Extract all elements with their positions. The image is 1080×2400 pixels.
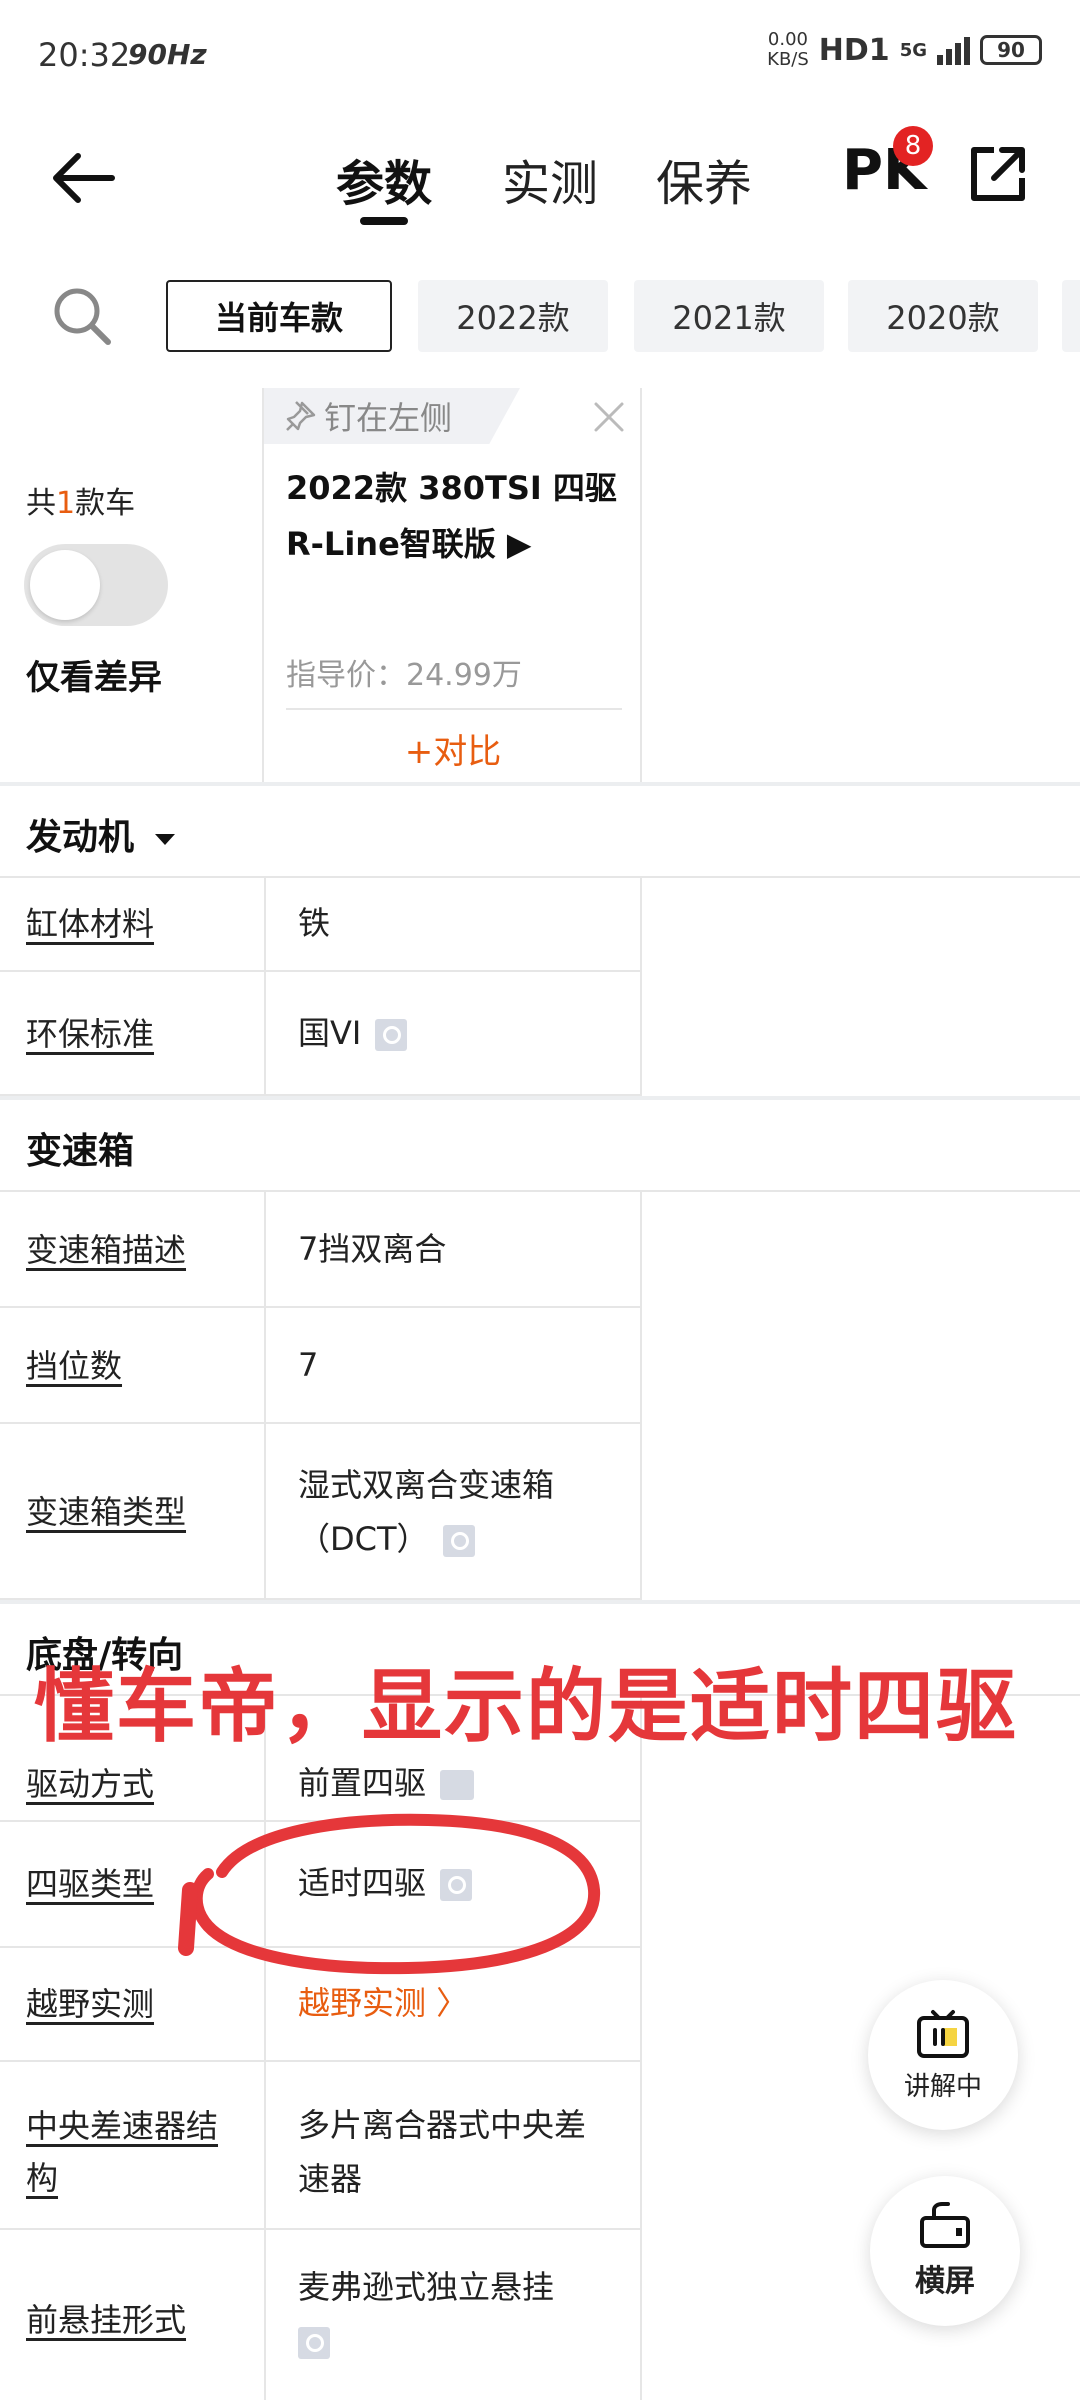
section-gearbox[interactable]: 变速箱 — [0, 1096, 1080, 1192]
tab-indicator — [360, 217, 408, 225]
param-label[interactable]: 环保标准 — [26, 1008, 246, 1060]
car-header: 共1款车 仅看差异 钉在左侧 2022款 380TSI 四驱 R-Line智联版… — [0, 388, 1080, 782]
param-value: 7挡双离合 — [298, 1230, 447, 1268]
status-bar: 20:32 90Hz 0.00 KB/S HD1 5G 90 — [0, 0, 1080, 110]
offroad-link[interactable]: 越野实测 〉 — [298, 1976, 628, 2030]
param-value: 铁 — [298, 904, 331, 942]
only-diff-label: 仅看差异 — [26, 658, 162, 698]
tv-icon — [917, 2009, 969, 2058]
red-annotation-text: 懂车帝，显示的是适时四驱 — [34, 1660, 1018, 1753]
row-center-diff: 中央差速器结 构 多片离合器式中央差 速器 — [0, 2062, 642, 2230]
card-divider — [286, 708, 622, 710]
status-time: 20:32 — [38, 36, 131, 74]
row-front-suspension: 前悬挂形式 麦弗逊式独立悬挂 — [0, 2230, 642, 2400]
tab-params[interactable]: 参数 — [336, 144, 432, 214]
param-value: 国VI — [298, 1006, 628, 1060]
battery-icon: 90 — [980, 35, 1042, 65]
row-gearbox-desc: 变速箱描述 7挡双离合 — [0, 1192, 642, 1308]
image-icon[interactable] — [440, 1770, 475, 1800]
top-nav: 参数 实测 保养 PK 8 — [0, 110, 1080, 250]
section-engine[interactable]: 发动机 — [0, 782, 1080, 878]
car-count: 共1款车 — [26, 486, 136, 521]
filter-more[interactable] — [1062, 280, 1080, 352]
row-gears: 挡位数 7 — [0, 1308, 642, 1424]
filter-2022[interactable]: 2022款 — [418, 280, 608, 352]
param-label[interactable]: 缸体材料 — [26, 898, 246, 950]
param-label[interactable]: 中央差速器结 构 — [26, 2100, 246, 2204]
status-refresh-rate: 90Hz — [128, 38, 207, 71]
param-label[interactable]: 变速箱类型 — [26, 1486, 246, 1538]
caret-down-icon — [154, 834, 175, 845]
rotate-screen-icon — [920, 2202, 970, 2248]
param-label[interactable]: 前悬挂形式 — [26, 2294, 246, 2346]
row-block-material: 缸体材料 铁 — [0, 878, 642, 972]
filter-current[interactable]: 当前车款 — [166, 280, 392, 352]
landscape-button[interactable]: 横屏 — [870, 2176, 1020, 2326]
param-label[interactable]: 驱动方式 — [26, 1758, 246, 1810]
signal-icon — [937, 35, 970, 65]
search-detail-icon[interactable] — [375, 1019, 408, 1051]
param-label[interactable]: 挡位数 — [26, 1340, 246, 1392]
param-value: 湿式双离合变速箱 （DCT） — [298, 1466, 555, 1558]
left-controls: 共1款车 仅看差异 — [0, 388, 264, 782]
filter-2021[interactable]: 2021款 — [634, 280, 824, 352]
row-emission: 环保标准 国VI — [0, 972, 642, 1096]
pk-badge: 8 — [893, 126, 933, 166]
year-filter-bar: 当前车款 2022款 2021款 2020款 — [0, 262, 1080, 362]
toggle-knob — [30, 550, 100, 620]
car-name[interactable]: 2022款 380TSI 四驱 R-Line智联版 ▶ — [286, 460, 626, 572]
param-value: 多片离合器式中央差 速器 — [298, 2106, 587, 2198]
red-annotation-circle — [178, 1813, 601, 1975]
search-detail-icon[interactable] — [442, 1525, 475, 1557]
filter-2020[interactable]: 2020款 — [848, 280, 1038, 352]
pin-left-button[interactable]: 钉在左侧 — [264, 388, 520, 444]
net-speed: 0.00 KB/S — [767, 29, 809, 70]
hd-indicator: HD1 — [818, 32, 890, 68]
tab-maintenance[interactable]: 保养 — [656, 144, 752, 214]
network-type: 5G — [899, 39, 927, 61]
only-diff-toggle[interactable] — [24, 544, 168, 626]
back-arrow-icon[interactable] — [48, 148, 118, 208]
explain-button[interactable]: 讲解中 — [868, 1980, 1018, 2130]
tab-measure[interactable]: 实测 — [502, 144, 598, 214]
param-value: 7 — [298, 1346, 319, 1384]
param-label[interactable]: 越野实测 — [26, 1978, 246, 2030]
param-label[interactable]: 变速箱描述 — [26, 1224, 246, 1276]
search-icon[interactable] — [50, 284, 114, 348]
param-value: 麦弗逊式独立悬挂 — [298, 2260, 628, 2368]
close-icon[interactable] — [592, 400, 626, 434]
car-card: 钉在左侧 2022款 380TSI 四驱 R-Line智联版 ▶ 指导价：24.… — [264, 388, 642, 782]
status-right: 0.00 KB/S HD1 5G 90 — [767, 30, 1042, 70]
share-icon[interactable] — [968, 144, 1028, 204]
row-gearbox-type: 变速箱类型 湿式双离合变速箱 （DCT） — [0, 1424, 642, 1600]
car-price: 指导价：24.99万 — [286, 658, 522, 693]
param-value: 前置四驱 — [298, 1756, 628, 1810]
pin-icon — [286, 401, 316, 431]
search-detail-icon[interactable] — [298, 2327, 330, 2359]
add-compare-button[interactable]: +对比 — [264, 724, 642, 773]
